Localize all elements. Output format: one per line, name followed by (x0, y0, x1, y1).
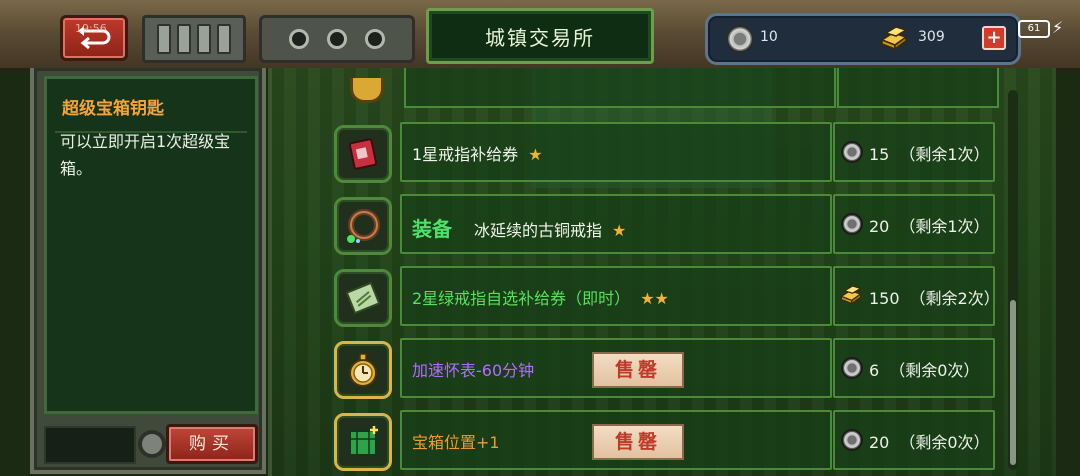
coin-count: 10 (760, 29, 778, 45)
battery-indicator: 61 (1018, 20, 1050, 38)
title-plate: 城镇交易所 (426, 8, 654, 64)
price-box[interactable]: 150 （剩余2次） (833, 266, 1000, 326)
partial-item-icon (350, 78, 384, 103)
item-name-label: 装备 冰延续的古铜戒指 ★ (412, 213, 626, 242)
energy-panel (142, 15, 246, 63)
shop-item-row[interactable]: 装备 冰延续的古铜戒指 ★ 20 （剩余1次） (0, 194, 1080, 255)
remaining-count: （剩余0次） (899, 433, 990, 452)
item-name-label: 宝箱位置+1 (412, 429, 500, 453)
silver-coin-icon (841, 429, 863, 451)
item-title: 加速怀表-60分钟 (412, 361, 535, 380)
sold-out-badge: 售罄 (592, 352, 684, 388)
gold-count: 309 (918, 29, 945, 45)
item-title: 冰延续的古铜戒指 (474, 221, 603, 240)
item-name-label: 1星戒指补给券 ★ (412, 141, 543, 165)
price-value: 20 (869, 433, 890, 452)
gear-panel (259, 15, 415, 63)
red-ticket-icon[interactable] (334, 125, 392, 183)
remaining-count: （剩余0次） (889, 361, 980, 380)
shop-item-row[interactable]: 1星戒指补给券 ★ 15 （剩余1次） (0, 122, 1080, 183)
price-box[interactable]: 6 （剩余0次） (833, 338, 995, 398)
silver-coin-icon (841, 357, 863, 379)
back-time: 19:56 (75, 22, 107, 35)
back-button[interactable]: 19:56 (60, 15, 128, 61)
item-name-box[interactable]: 加速怀表-60分钟 售罄 (400, 338, 832, 398)
item-name-box[interactable]: 2星绿戒指自选补给券（即时） ★★ (400, 266, 832, 326)
price-value: 20 (869, 217, 890, 236)
price-value: 6 (869, 361, 880, 380)
star-rating: ★★ (640, 289, 669, 308)
partial-row-price (837, 68, 999, 108)
top-bar: 19:56 城镇交易所 10 309 + 61 ⚡ (0, 0, 1080, 71)
green-ticket-icon[interactable] (334, 269, 392, 327)
item-name-box[interactable]: 宝箱位置+1 售罄 (400, 410, 832, 470)
star-rating: ★ (528, 145, 543, 164)
item-title: 2星绿戒指自选补给券（即时） (412, 289, 631, 308)
silver-coin-icon (726, 25, 754, 53)
resource-panel: 10 309 + (705, 13, 1021, 65)
item-title: 宝箱位置+1 (412, 433, 500, 452)
remaining-count: （剩余2次） (909, 289, 1000, 308)
charging-icon: ⚡ (1052, 18, 1064, 37)
price-label: 20 （剩余1次） (869, 213, 990, 237)
item-name-box[interactable]: 装备 冰延续的古铜戒指 ★ (400, 194, 832, 254)
pocket-watch-icon[interactable] (334, 341, 392, 399)
sold-out-badge: 售罄 (592, 424, 684, 460)
item-name: 超级宝箱钥匙 (62, 99, 164, 119)
price-box[interactable]: 20 （剩余1次） (833, 194, 995, 254)
price-box[interactable]: 20 （剩余0次） (833, 410, 995, 470)
shop-item-row[interactable]: 2星绿戒指自选补给券（即时） ★★ 150 （剩余2次） (0, 266, 1080, 327)
remaining-count: （剩余1次） (899, 217, 990, 236)
partial-row (404, 68, 836, 108)
chest-slot-icon[interactable] (334, 413, 392, 471)
item-name-box[interactable]: 1星戒指补给券 ★ (400, 122, 832, 182)
silver-coin-icon (841, 213, 863, 235)
gold-bar-icon (840, 285, 863, 305)
star-rating: ★ (612, 221, 627, 240)
shop-item-row[interactable]: 加速怀表-60分钟 售罄 6 （剩余0次） (0, 338, 1080, 399)
price-value: 150 (869, 289, 900, 308)
price-label: 20 （剩余0次） (869, 429, 990, 453)
shop-item-row[interactable]: 宝箱位置+1 售罄 20 （剩余0次） (0, 410, 1080, 471)
price-value: 15 (869, 145, 890, 164)
silver-coin-icon (841, 141, 863, 163)
add-gold-button[interactable]: + (982, 26, 1006, 50)
page-title: 城镇交易所 (485, 25, 595, 50)
remaining-count: （剩余1次） (899, 145, 990, 164)
bronze-ring-icon[interactable] (334, 197, 392, 255)
item-name-label: 2星绿戒指自选补给券（即时） ★★ (412, 285, 669, 309)
price-label: 150 （剩余2次） (869, 285, 1000, 309)
price-label: 6 （剩余0次） (869, 357, 979, 381)
gold-bar-icon (880, 26, 908, 50)
item-name-label: 加速怀表-60分钟 (412, 357, 534, 381)
item-title: 1星戒指补给券 (412, 145, 519, 164)
equipment-tag: 装备 (412, 217, 452, 241)
price-box[interactable]: 15 （剩余1次） (833, 122, 995, 182)
price-label: 15 （剩余1次） (869, 141, 990, 165)
